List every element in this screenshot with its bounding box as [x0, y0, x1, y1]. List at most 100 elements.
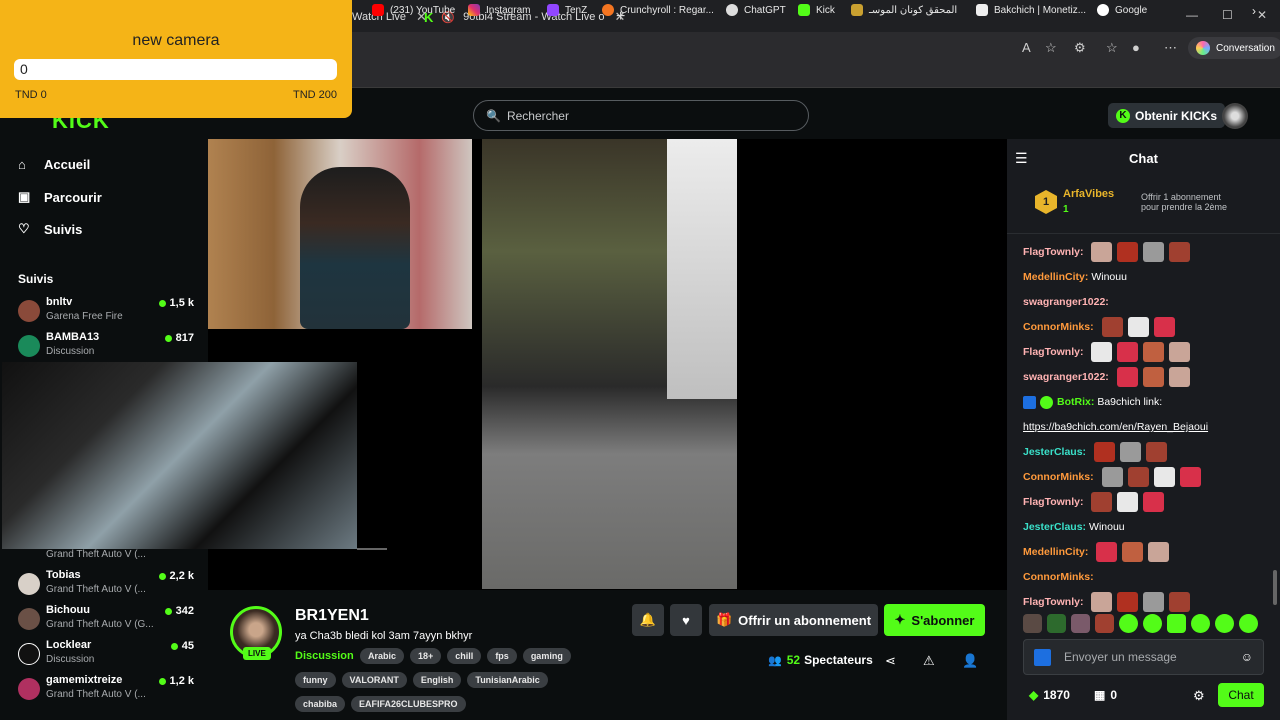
read-aloud-icon[interactable]: A	[1022, 40, 1031, 55]
bookmark-crunchyroll[interactable]: Crunchyroll : Regar...	[602, 4, 714, 16]
nav-browse[interactable]: ▣ Parcourir	[18, 189, 102, 205]
chat-message: FlagTownly:	[1023, 242, 1263, 262]
tag[interactable]: Arabic	[360, 648, 405, 664]
chat-username[interactable]: JesterClaus:	[1023, 446, 1086, 458]
chat-emote	[1127, 317, 1149, 337]
minimize-icon[interactable]: —	[1186, 8, 1198, 22]
nav-home[interactable]: ⌂ Accueil	[18, 157, 90, 172]
chat-username[interactable]: swagranger1022:	[1023, 371, 1109, 383]
chat-username[interactable]: BotRix:	[1057, 396, 1094, 408]
chat-emote	[1153, 317, 1175, 337]
chat-username[interactable]: FlagTownly:	[1023, 596, 1083, 608]
chat-username[interactable]: FlagTownly:	[1023, 496, 1083, 508]
followed-channel[interactable]: gamemixtreize Grand Theft Auto V (... 1,…	[18, 674, 198, 706]
kick-icon	[798, 4, 810, 16]
chat-username[interactable]: swagranger1022:	[1023, 296, 1109, 308]
star-icon: ✦	[894, 612, 906, 627]
copilot-icon	[1196, 41, 1210, 55]
bookmark-youtube[interactable]: (231) YouTube	[372, 4, 455, 16]
collapse-chat-icon[interactable]: ☰	[1015, 150, 1028, 167]
chat-username[interactable]: MedellinCity:	[1023, 546, 1088, 558]
chat-username[interactable]: JesterClaus:	[1023, 521, 1086, 533]
report-icon[interactable]: ⚠	[923, 653, 935, 669]
more-menu-icon[interactable]: ⋯	[1164, 40, 1177, 56]
followed-channel[interactable]: bnltv Garena Free Fire 1,5 k	[18, 296, 198, 328]
chat-username[interactable]: MedellinCity:	[1023, 271, 1088, 283]
subscribe-button[interactable]: ✦ S'abonner	[884, 604, 985, 636]
youtube-icon	[372, 4, 384, 16]
follow-heart-button[interactable]: ♥	[670, 604, 702, 636]
bookmark-conan[interactable]: المحقق كونان الموسـ	[851, 4, 957, 16]
goal-title: new camera	[132, 32, 220, 49]
maximize-icon[interactable]: ☐	[1222, 8, 1233, 22]
conan-icon	[851, 4, 863, 16]
chevron-right-icon[interactable]: ›	[1252, 4, 1256, 18]
following-heading: Suivis	[18, 272, 54, 286]
bakchich-icon	[976, 4, 988, 16]
chat-emote	[1153, 467, 1175, 487]
emote-quick-bar[interactable]	[1023, 614, 1258, 633]
tag[interactable]: gaming	[522, 648, 571, 664]
bookmark-tenz[interactable]: TenZ	[547, 4, 587, 16]
gift-sub-button[interactable]: 🎁 Offrir un abonnement	[709, 604, 878, 636]
chat-message-input[interactable]: Envoyer un message ☺	[1023, 639, 1264, 675]
streamer-name[interactable]: BR1YEN1	[295, 607, 369, 625]
chat-link[interactable]: https://ba9chich.com/en/Rayen_Bejaoui	[1023, 421, 1208, 433]
chat-message: ConnorMinks:	[1023, 317, 1263, 337]
chat-username[interactable]: FlagTownly:	[1023, 246, 1083, 258]
search-input[interactable]: 🔍 Rechercher	[473, 100, 809, 131]
chat-message: JesterClaus: Winouu	[1023, 517, 1263, 537]
stream-category[interactable]: Discussion	[295, 650, 354, 662]
extensions-icon[interactable]: ⚙	[1074, 40, 1086, 56]
bookmark-bakchich[interactable]: Bakchich | Monetiz...	[976, 4, 1086, 16]
chat-message: JesterClaus:	[1023, 442, 1263, 462]
nav-following[interactable]: ♡ Suivis	[18, 221, 82, 237]
chat-emote	[1091, 342, 1113, 362]
chat-username[interactable]: ConnorMinks:	[1023, 321, 1094, 333]
goal-max-label: TND 200	[292, 89, 337, 101]
add-user-icon[interactable]: 👤	[962, 653, 978, 669]
followed-channel[interactable]: Locklear Discussion 45	[18, 639, 198, 671]
tag[interactable]: EAFIFA26CLUBESPRO	[351, 696, 466, 712]
tag[interactable]: VALORANT	[341, 672, 407, 688]
user-avatar[interactable]	[1222, 103, 1248, 129]
chat-message: BotRix: Ba9chich link:	[1023, 392, 1263, 412]
viewer-count: 45	[170, 640, 194, 652]
followed-channel[interactable]: BAMBA13 Discussion 817	[18, 331, 198, 363]
copilot-conversation-button[interactable]: Conversation	[1188, 37, 1280, 59]
donation-goal-overlay: new camera 0 TND 0 TND 200	[0, 0, 352, 118]
tag[interactable]: chabiba	[295, 696, 346, 712]
tag[interactable]: English	[412, 672, 462, 688]
avatar	[18, 608, 40, 630]
notification-bell-button[interactable]: 🔔	[632, 604, 664, 636]
profile-icon[interactable]: ●	[1132, 40, 1140, 55]
avatar	[18, 678, 40, 700]
favorite-star-icon[interactable]: ☆	[1045, 40, 1057, 56]
get-kicks-button[interactable]: K Obtenir KICKs	[1108, 103, 1226, 128]
bookmark-instagram[interactable]: Instagram	[468, 4, 530, 16]
live-badge: LIVE	[243, 647, 271, 660]
favorites-icon[interactable]: ☆	[1106, 40, 1118, 56]
bookmark-kick[interactable]: Kick	[798, 4, 835, 16]
tag[interactable]: 18+	[410, 648, 442, 664]
close-window-icon[interactable]: ✕	[1257, 8, 1267, 22]
followed-channel[interactable]: Bichouu Grand Theft Auto V (G... 342	[18, 604, 198, 636]
emoji-icon[interactable]: ☺	[1241, 650, 1253, 664]
tag[interactable]: chill	[447, 648, 482, 664]
bookmark-google[interactable]: Google	[1097, 4, 1147, 16]
chat-username[interactable]: ConnorMinks:	[1023, 471, 1094, 483]
bookmark-chatgpt[interactable]: ChatGPT	[726, 4, 786, 16]
tag[interactable]: funny	[295, 672, 336, 688]
chat-emote	[1179, 467, 1201, 487]
tag[interactable]: TunisianArabic	[467, 672, 548, 688]
chat-settings-icon[interactable]: ⚙	[1193, 688, 1205, 704]
chat-username[interactable]: ConnorMinks:	[1023, 571, 1094, 583]
tag[interactable]: fps	[487, 648, 517, 664]
followed-channel[interactable]: Tobias Grand Theft Auto V (... 2,2 k	[18, 569, 198, 601]
chat-username[interactable]: FlagTownly:	[1023, 346, 1083, 358]
share-icon[interactable]: ⋖	[885, 653, 896, 669]
chat-scrollbar[interactable]	[1273, 570, 1277, 605]
chat-emote	[1094, 442, 1116, 462]
send-chat-button[interactable]: Chat	[1218, 683, 1264, 707]
chat-text: Winouu	[1091, 271, 1127, 283]
